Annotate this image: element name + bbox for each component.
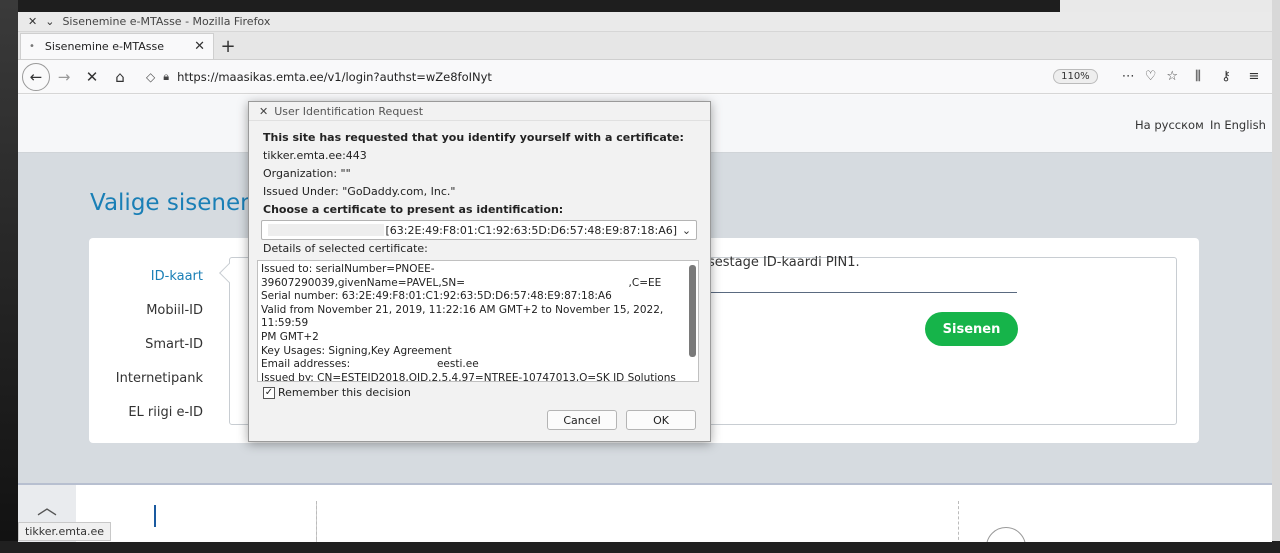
login-method-list: ID-kaart Mobiil-ID Smart-ID Internetipan… [89, 260, 207, 430]
details-scrollbar[interactable] [689, 265, 696, 357]
desktop-background [1272, 0, 1280, 553]
hamburger-menu-icon[interactable]: ≡ [1240, 69, 1268, 84]
remember-decision[interactable]: ✓ Remember this decision [263, 386, 411, 399]
status-bar: tikker.emta.ee [18, 522, 112, 541]
language-link-ru[interactable]: На русском [1135, 118, 1204, 132]
certificate-dialog: ✕ User Identification Request This site … [248, 101, 711, 442]
url-bar[interactable]: ◇ 🔒︎ https://maasikas.emta.ee/v1/login?a… [140, 64, 1184, 90]
divider [316, 501, 317, 542]
certificate-details-text: Issued to: serialNumber=PNOEE- 396072900… [261, 263, 676, 382]
dialog-title: User Identification Request [274, 104, 424, 118]
window-close-icon[interactable]: ✕ [28, 15, 37, 28]
panel-pointer [219, 263, 239, 283]
certificate-select-value[interactable]: [63:2E:49:F8:01:C1:92:63:5D:D6:57:48:E9:… [386, 224, 678, 237]
method-el-riigi-e-id[interactable]: EL riigi e-ID [89, 396, 207, 430]
window-titlebar: ✕ ⌄ Sisenemine e-MTAsse - Mozilla Firefo… [18, 12, 1272, 32]
divider [958, 501, 959, 542]
language-link-en[interactable]: In English [1210, 118, 1266, 132]
forward-button[interactable]: → [50, 63, 78, 91]
window-menu-icon[interactable]: ⌄ [45, 15, 54, 28]
dialog-info: This site has requested that you identif… [263, 129, 699, 219]
tab-label: Sisenemine e-MTAsse [44, 40, 165, 53]
tab-bar: • Sisenemine e-MTAsse ✕ + [18, 32, 1272, 60]
desktop-background [0, 541, 1280, 553]
zoom-level-badge[interactable]: 110% [1053, 69, 1098, 84]
dialog-organization: Organization: "" [263, 167, 351, 180]
remember-label[interactable]: Remember this decision [278, 386, 411, 399]
cancel-button[interactable]: Cancel [547, 410, 617, 430]
page-title: Valige sisenem [90, 190, 263, 216]
new-tab-button[interactable]: + [214, 33, 242, 59]
stop-button[interactable]: ✕ [78, 63, 106, 91]
footer-circle-icon[interactable] [986, 527, 1026, 542]
dialog-choose-label: Choose a certificate to present as ident… [263, 203, 564, 216]
chevron-down-icon[interactable]: ⌄ [677, 224, 696, 237]
dialog-titlebar: ✕ User Identification Request [249, 102, 710, 121]
url-text[interactable]: https://maasikas.emta.ee/v1/login?authst… [177, 70, 1053, 84]
dialog-close-icon[interactable]: ✕ [259, 105, 268, 118]
navigation-toolbar: ← → ✕ ⌂ ◇ 🔒︎ https://maasikas.emta.ee/v1… [18, 60, 1272, 94]
method-id-kaart[interactable]: ID-kaart [89, 260, 207, 294]
bookmark-star-icon[interactable]: ☆ [1166, 69, 1178, 84]
home-button[interactable]: ⌂ [106, 63, 134, 91]
lock-icon[interactable]: 🔒︎ [163, 70, 169, 84]
method-smart-id[interactable]: Smart-ID [89, 328, 207, 362]
pocket-icon[interactable]: ♡ [1145, 69, 1157, 84]
certificate-details[interactable]: Issued to: serialNumber=PNOEE- 396072900… [257, 260, 699, 382]
details-label: Details of selected certificate: [263, 242, 428, 255]
page-footer: ︿ [18, 483, 1272, 542]
tab-close-icon[interactable]: ✕ [194, 39, 205, 54]
dialog-intro: This site has requested that you identif… [263, 131, 684, 144]
tab-sisenemine[interactable]: • Sisenemine e-MTAsse ✕ [20, 33, 214, 59]
footer-logo [154, 505, 156, 527]
certificate-select[interactable]: [63:2E:49:F8:01:C1:92:63:5D:D6:57:48:E9:… [261, 220, 697, 240]
method-internetipank[interactable]: Internetipank [89, 362, 207, 396]
tracking-shield-icon[interactable]: ◇ [146, 70, 155, 84]
key-icon[interactable]: ⚷ [1212, 69, 1240, 84]
library-icon[interactable]: ⫼ [1184, 69, 1212, 84]
window-title: Sisenemine e-MTAsse - Mozilla Firefox [62, 15, 271, 28]
dialog-host: tikker.emta.ee:443 [263, 149, 367, 162]
method-mobiil-id[interactable]: Mobiil-ID [89, 294, 207, 328]
desktop-background [0, 0, 18, 553]
tab-loading-icon: • [29, 41, 35, 52]
dialog-issued-under: Issued Under: "GoDaddy.com, Inc." [263, 185, 456, 198]
back-button[interactable]: ← [22, 62, 50, 91]
ok-button[interactable]: OK [626, 410, 696, 430]
sisenen-button[interactable]: Sisenen [925, 312, 1018, 346]
redacted-area [268, 224, 384, 236]
remember-checkbox[interactable]: ✓ [263, 386, 275, 399]
page-actions-icon[interactable]: ⋯ [1122, 69, 1135, 84]
